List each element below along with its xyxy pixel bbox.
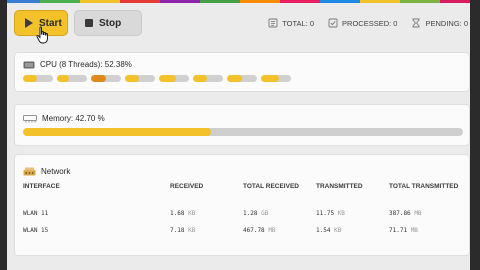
total-received-unit: GB: [261, 210, 269, 217]
stat-total-text: TOTAL: 0: [282, 18, 315, 28]
cpu-core-bar: [57, 75, 87, 82]
memory-usage-fill: [23, 128, 211, 136]
cpu-core-fill: [227, 75, 242, 82]
column-header: RECEIVED: [170, 183, 204, 190]
interface-cell: WLAN 11: [23, 210, 49, 217]
memory-title-text: Memory: 42.70 %: [42, 114, 105, 123]
transmitted-unit: KB: [334, 227, 342, 234]
stripe-segment: [360, 0, 400, 3]
network-title: Network: [23, 167, 70, 176]
cpu-title-text: CPU (8 Threads): 52.38%: [40, 60, 132, 69]
cpu-core-fill: [261, 75, 279, 82]
stat-pending-text: PENDING: 0: [425, 18, 468, 28]
network-card: Network INTERFACE RECEIVED TOTAL RECEIVE…: [14, 154, 470, 256]
stat-pending: PENDING: 0: [411, 18, 468, 28]
cpu-core-fill: [193, 75, 207, 82]
stat-processed-text: PROCESSED: 0: [342, 18, 398, 28]
total-received-cell: 467.78 MB: [243, 227, 276, 234]
transmitted-cell: 1.54 KB: [316, 227, 341, 234]
top-color-stripe: [0, 0, 480, 3]
transmitted-value: 1.54: [316, 227, 331, 234]
check-icon: [328, 18, 338, 28]
cpu-cores: [23, 75, 291, 82]
stripe-segment: [80, 0, 120, 3]
column-header: TRANSMITTED: [316, 183, 363, 190]
received-value: 7.18: [170, 227, 185, 234]
stop-icon: [85, 19, 93, 27]
column-header: TOTAL RECEIVED: [243, 183, 299, 190]
list-icon: [268, 18, 278, 28]
hourglass-icon: [413, 18, 420, 28]
table-header: INTERFACE RECEIVED TOTAL RECEIVED TRANSM…: [23, 182, 465, 206]
memory-card: Memory: 42.70 %: [14, 104, 470, 146]
memory-usage-bar: [23, 128, 463, 136]
cpu-core-bar: [227, 75, 257, 82]
stop-button[interactable]: Stop: [74, 10, 142, 36]
received-unit: KB: [188, 227, 196, 234]
interface-cell: WLAN 15: [23, 227, 49, 234]
cpu-card: CPU (8 Threads): 52.38%: [14, 52, 470, 92]
cpu-core-fill: [159, 75, 176, 82]
stripe-segment: [160, 0, 200, 3]
cpu-core-bar: [261, 75, 291, 82]
memory-icon: [23, 114, 37, 122]
cpu-core-fill: [57, 75, 69, 82]
total-transmitted-cell: 71.71 MB: [389, 227, 459, 234]
stat-processed: PROCESSED: 0: [328, 18, 397, 28]
stop-button-label: Stop: [99, 17, 122, 29]
total-received-cell: 1.28 GB: [243, 210, 268, 217]
transmitted-value: 11.75: [316, 210, 335, 217]
cpu-core-bar: [159, 75, 189, 82]
cpu-title: CPU (8 Threads): 52.38%: [23, 60, 132, 69]
transmitted-cell: 11.75 KB: [316, 210, 345, 217]
stat-total: TOTAL: 0: [268, 18, 314, 28]
cpu-core-bar: [193, 75, 223, 82]
total-transmitted-value: 387.86: [389, 210, 411, 217]
stripe-segment: [400, 0, 440, 3]
stripe-segment: [200, 0, 240, 3]
cpu-core-bar: [125, 75, 155, 82]
cpu-core-fill: [23, 75, 37, 82]
received-value: 1.68: [170, 210, 185, 217]
total-received-value: 1.28: [243, 210, 258, 217]
total-transmitted-cell: 387.86 MB: [389, 210, 459, 217]
hand-cursor-icon: [36, 26, 48, 44]
network-title-text: Network: [41, 167, 71, 176]
table-row: WLAN 11 1.68 KB 1.28 GB 11.75 KB 387.86 …: [23, 206, 465, 223]
play-icon: [25, 18, 33, 28]
total-received-value: 467.78: [243, 227, 265, 234]
cpu-icon: [23, 61, 35, 68]
stripe-segment: [240, 0, 280, 3]
cpu-core-fill: [91, 75, 106, 82]
stripe-segment: [40, 0, 80, 3]
toolbar: Start Stop TOTAL: 0 PROCESSED: 0 PENDING…: [14, 10, 468, 44]
job-stats: TOTAL: 0 PROCESSED: 0 PENDING: 0: [268, 18, 468, 28]
total-transmitted-unit: MB: [410, 227, 418, 234]
memory-title: Memory: 42.70 %: [23, 114, 105, 123]
received-unit: KB: [188, 210, 196, 217]
transmitted-unit: KB: [337, 210, 345, 217]
received-cell: 1.68 KB: [170, 210, 195, 217]
window-frame-left: [0, 0, 7, 270]
cpu-core-fill: [125, 75, 139, 82]
stripe-segment: [120, 0, 160, 3]
window-frame-right: [470, 0, 480, 270]
network-table: INTERFACE RECEIVED TOTAL RECEIVED TRANSM…: [23, 182, 465, 240]
stripe-segment: [320, 0, 360, 3]
total-transmitted-value: 71.71: [389, 227, 408, 234]
column-header: INTERFACE: [23, 183, 60, 190]
total-received-unit: MB: [268, 227, 276, 234]
cpu-core-bar: [91, 75, 121, 82]
stripe-segment: [280, 0, 320, 3]
received-cell: 7.18 KB: [170, 227, 195, 234]
total-transmitted-unit: MB: [414, 210, 422, 217]
network-icon: [23, 167, 36, 176]
column-header: TOTAL TRANSMITTED: [389, 183, 459, 190]
table-row: WLAN 15 7.18 KB 467.78 MB 1.54 KB 71.71 …: [23, 223, 465, 240]
cpu-core-bar: [23, 75, 53, 82]
